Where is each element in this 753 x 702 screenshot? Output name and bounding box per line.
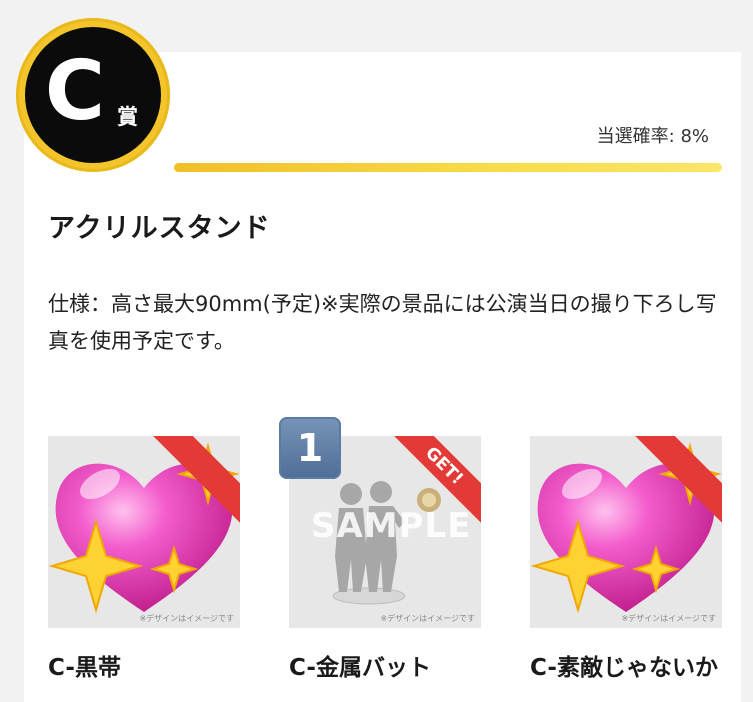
image-note: ※デザインはイメージです — [621, 614, 716, 623]
item-label: C-金属バット — [289, 655, 431, 681]
prize-item-1[interactable]: ※デザインはイメージです C-黒帯 — [48, 436, 240, 682]
item-thumbnail[interactable]: ※デザインはイメージです — [48, 436, 240, 628]
item-label: C-素敵じゃないか — [530, 655, 718, 681]
progress-line — [174, 163, 722, 172]
prize-item-3[interactable]: ※デザインはイメージです C-素敵じゃないか — [530, 436, 722, 682]
image-note: ※デザインはイメージです — [139, 614, 234, 623]
prize-title: アクリルスタンド — [48, 213, 271, 244]
item-label: C-黒帯 — [48, 655, 121, 681]
image-note: ※デザインはイメージです — [380, 614, 475, 623]
grade-suffix: 賞 — [117, 105, 138, 129]
prize-description: 仕様：高さ最大90mm(予定)※実際の景品には公演当日の撮り下ろし写真を使用予定… — [48, 292, 717, 353]
grade-badge: C 賞 — [16, 18, 170, 172]
sample-watermark: SAMPLE — [311, 506, 472, 546]
grade-badge-inner: C 賞 — [25, 27, 161, 163]
owned-count-badge: 1 — [279, 417, 341, 479]
grade-letter: C — [44, 44, 106, 139]
win-rate-text: 当選確率: 8% — [596, 126, 709, 147]
item-thumbnail[interactable]: ※デザインはイメージです — [530, 436, 722, 628]
